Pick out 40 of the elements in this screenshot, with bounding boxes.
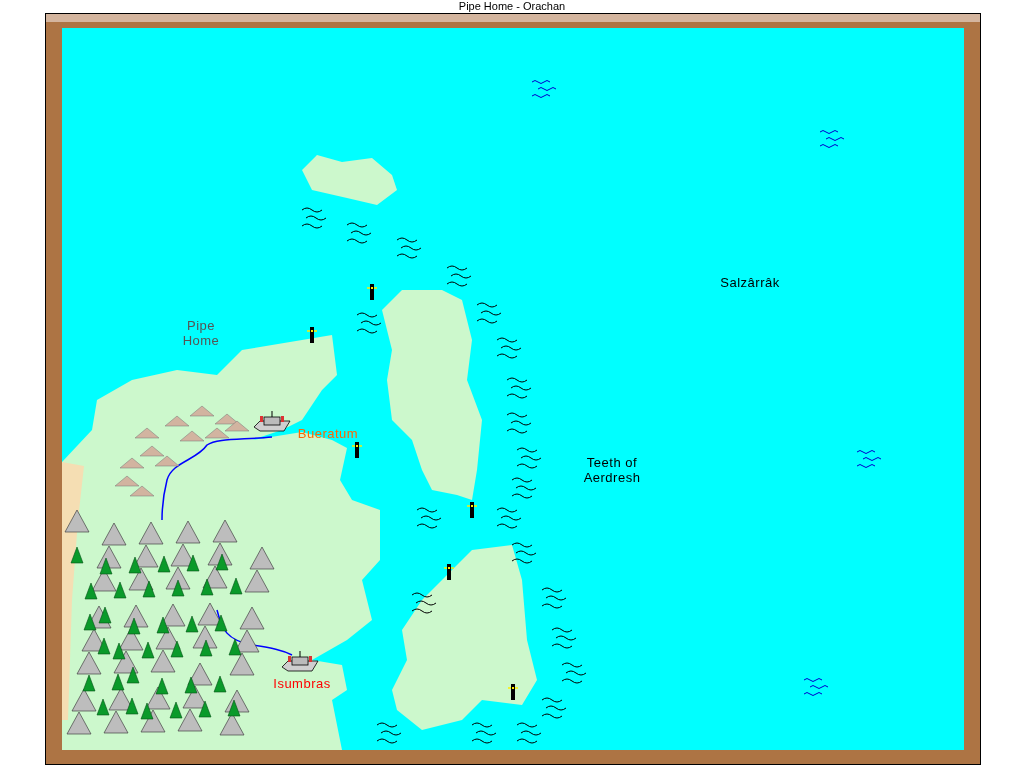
map-label: Pipe Home <box>181 318 221 348</box>
wave-marks <box>856 450 882 468</box>
reef-marks <box>346 222 372 244</box>
lighthouse-icon <box>366 284 378 300</box>
map-label: Isumbras <box>272 676 332 691</box>
reef-marks <box>506 377 532 399</box>
reef-marks <box>411 592 437 614</box>
reef-marks <box>516 722 542 744</box>
lighthouse-icon <box>507 684 519 700</box>
reef-marks <box>356 312 382 334</box>
reef-marks <box>301 207 327 229</box>
wave-marks <box>803 678 829 696</box>
reef-marks <box>496 337 522 359</box>
wave-marks <box>819 130 845 148</box>
reef-marks <box>396 237 422 259</box>
lighthouse-icon <box>466 502 478 518</box>
reef-marks <box>496 507 522 529</box>
map-label: Bueratum <box>296 426 360 441</box>
lighthouse-icon <box>306 327 318 343</box>
reef-marks <box>476 302 502 324</box>
reef-marks <box>511 542 537 564</box>
reef-marks <box>541 587 567 609</box>
reef-marks <box>446 265 472 287</box>
reef-marks <box>376 722 402 744</box>
reef-marks <box>506 412 532 434</box>
wave-marks <box>531 80 557 98</box>
reef-marks <box>471 722 497 744</box>
lighthouse-icon <box>351 442 363 458</box>
reef-marks <box>551 627 577 649</box>
reef-marks <box>561 662 587 684</box>
window-title: Pipe Home - Orachan <box>457 0 567 13</box>
map-label: Salzârrâk <box>719 275 781 290</box>
reef-marks <box>511 477 537 499</box>
reef-marks <box>541 697 567 719</box>
reef-marks <box>416 507 442 529</box>
map-label: Teeth of Aerdresh <box>582 455 642 485</box>
reef-marks <box>516 447 542 469</box>
castle-icon <box>253 410 291 432</box>
castle-icon <box>281 650 319 672</box>
lighthouse-icon <box>443 564 455 580</box>
